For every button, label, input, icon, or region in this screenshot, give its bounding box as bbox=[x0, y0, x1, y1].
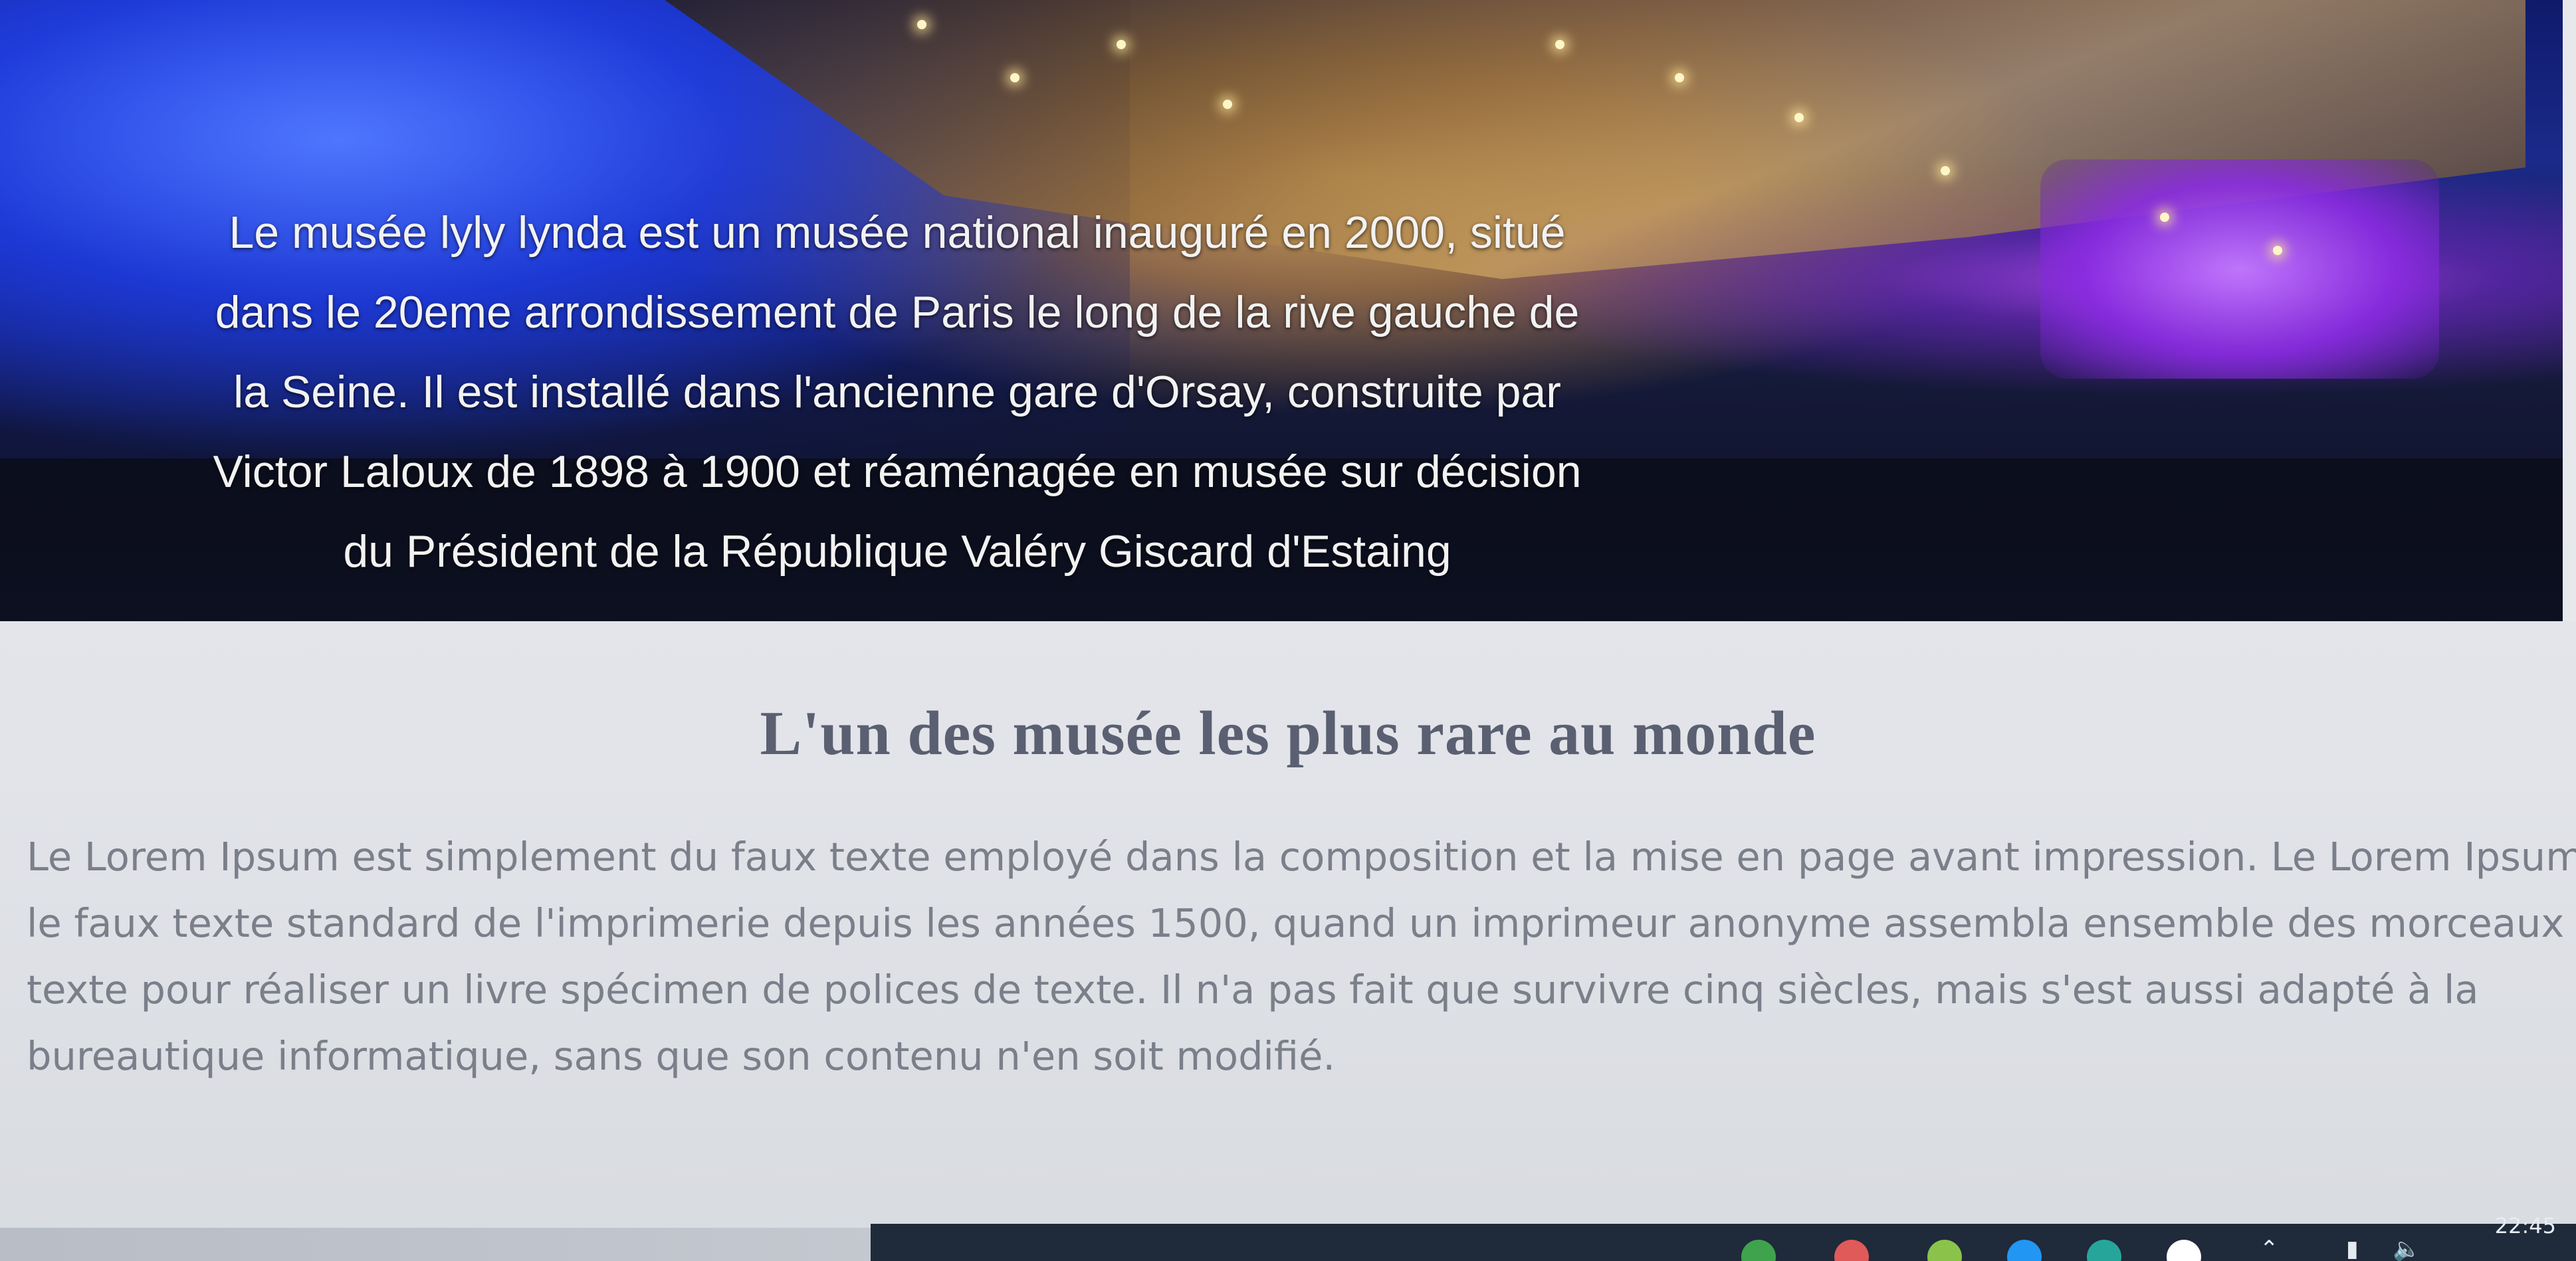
body-line: le faux texte standard de l'imprimerie d… bbox=[27, 900, 2576, 946]
screen: Le musée lyly lynda est un musée nationa… bbox=[0, 0, 2576, 1261]
hero-caption-line: du Président de la République Valéry Gis… bbox=[343, 526, 1451, 577]
body-line: Le Lorem Ipsum est simplement du faux te… bbox=[27, 834, 2576, 880]
body-line: bureautique informatique, sans que son c… bbox=[27, 1033, 1336, 1079]
hero-right-edge bbox=[2563, 0, 2576, 621]
taskbar bbox=[871, 1224, 2576, 1261]
hero-caption-line: Le musée lyly lynda est un musée nationa… bbox=[229, 207, 1566, 258]
hero-caption-line: dans le 20eme arrondissement de Paris le… bbox=[215, 287, 1580, 338]
hero-caption-line: Victor Laloux de 1898 à 1900 et réaménag… bbox=[213, 446, 1582, 497]
hero-banner: Le musée lyly lynda est un musée nationa… bbox=[0, 0, 2576, 621]
hero-purple-light bbox=[2040, 159, 2439, 379]
taskbar-clock[interactable]: 22:45 bbox=[2495, 1213, 2556, 1238]
battery-icon[interactable]: ▮ bbox=[2346, 1236, 2359, 1261]
body-paragraph: Le Lorem Ipsum est simplement du faux te… bbox=[27, 824, 2576, 1090]
body-line: texte pour réaliser un livre spécimen de… bbox=[27, 967, 2479, 1013]
section-title: L'un des musée les plus rare au monde bbox=[760, 699, 1816, 768]
hero-caption: Le musée lyly lynda est un musée nationa… bbox=[0, 193, 1794, 591]
up-arrow-icon[interactable]: ⌃ bbox=[2260, 1236, 2279, 1261]
hero-caption-line: la Seine. Il est installé dans l'ancienn… bbox=[233, 367, 1561, 417]
volume-icon[interactable]: 🔈 bbox=[2393, 1236, 2420, 1261]
